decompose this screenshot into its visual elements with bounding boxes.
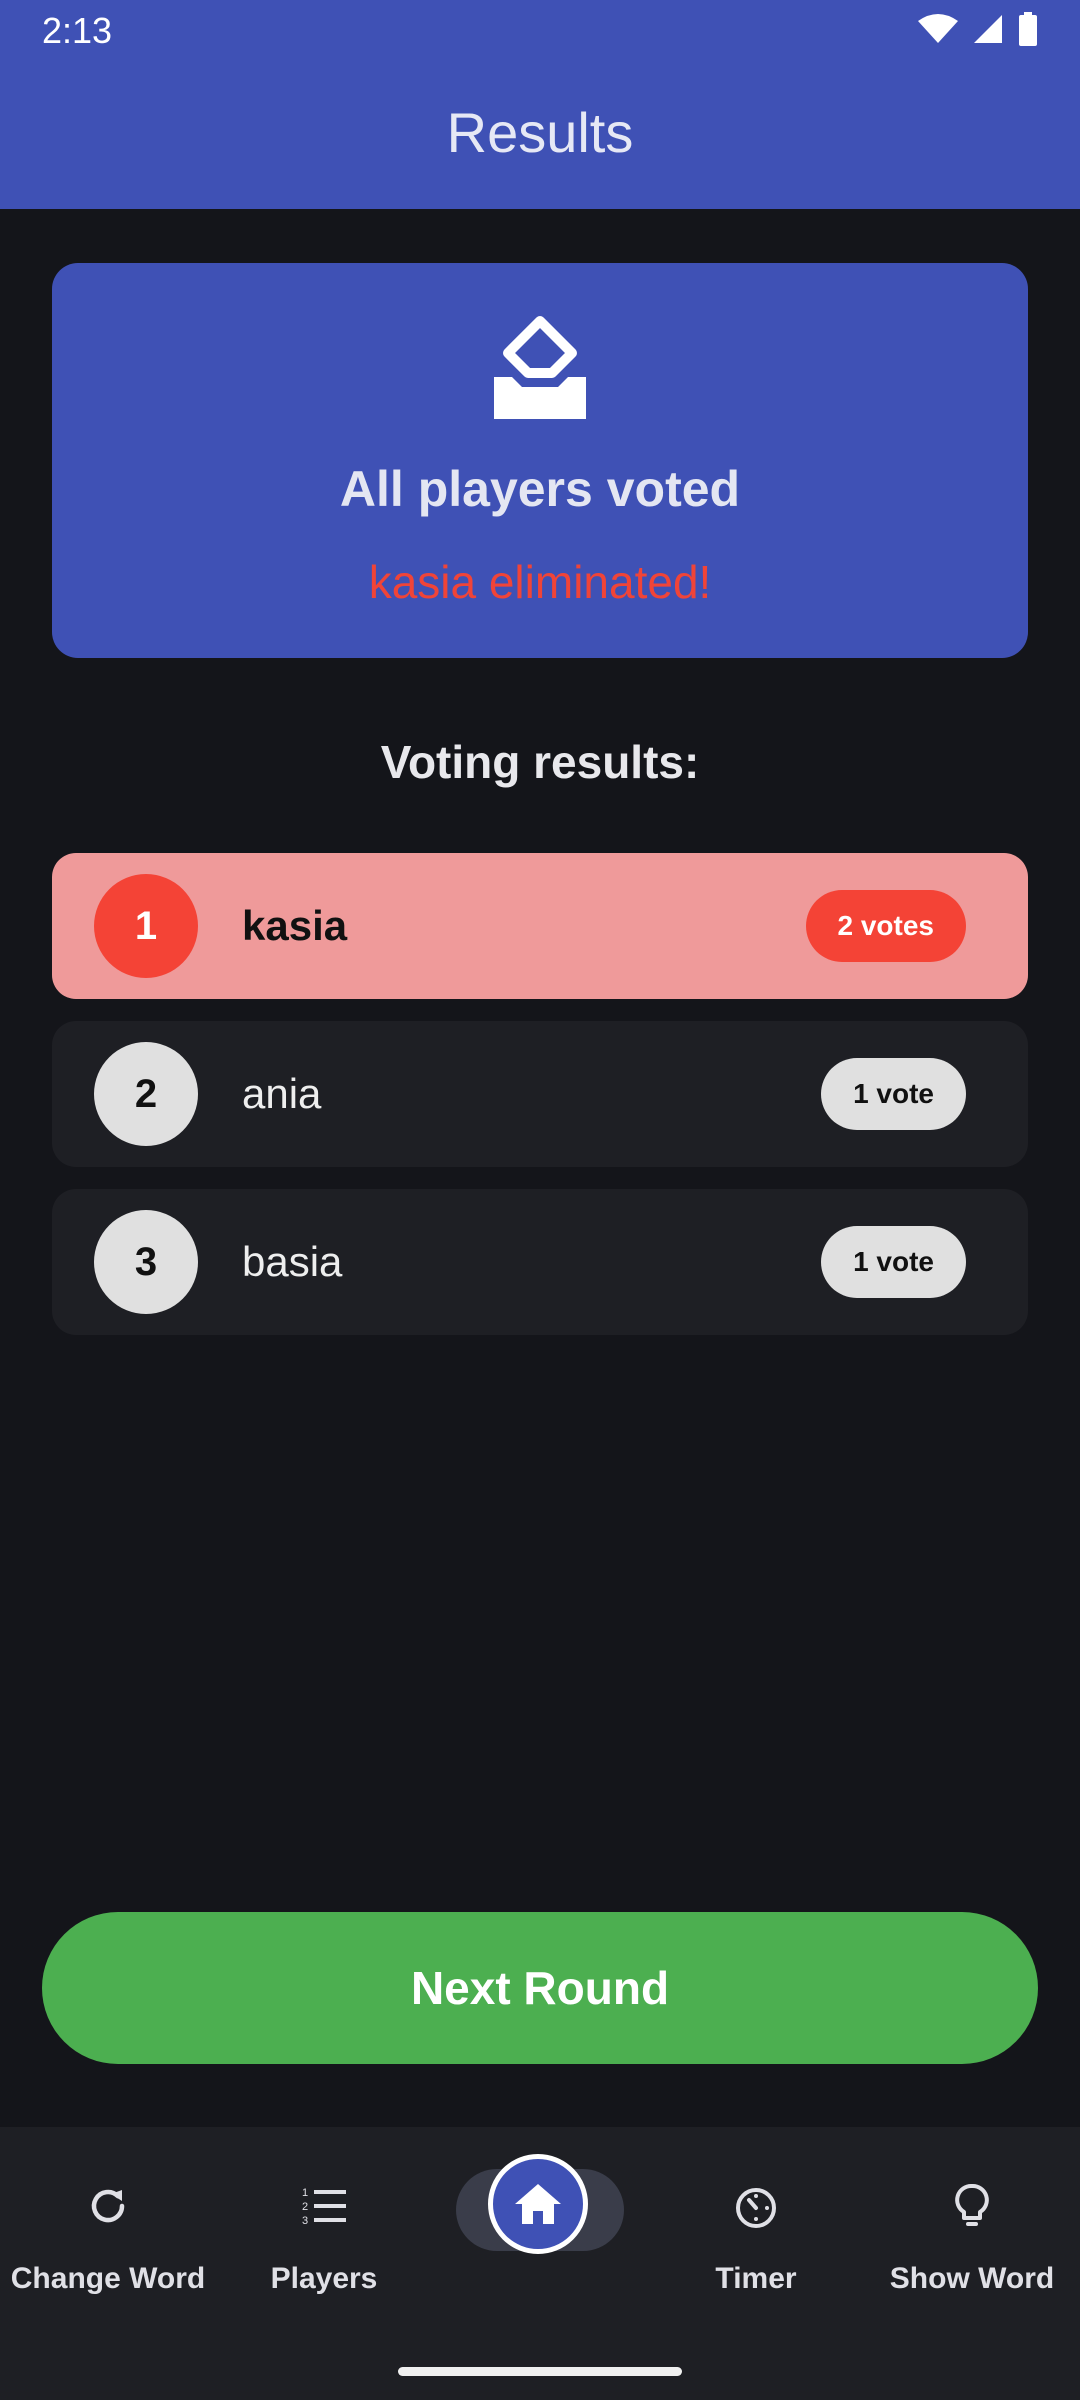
status-time: 2:13 (42, 10, 113, 51)
nav-label: Players (270, 2262, 378, 2295)
card-headline: All players voted (339, 461, 741, 517)
status-icons (918, 12, 1038, 46)
ballot-box-icon (494, 316, 586, 419)
player-name: kasia (242, 902, 348, 949)
voting-summary-card: All players voted kasia eliminated! (52, 263, 1028, 658)
lightbulb-icon (955, 2184, 989, 2226)
gesture-bar[interactable] (398, 2367, 682, 2376)
numbered-list-icon: 1 2 3 (302, 2187, 346, 2227)
app-bar: 2:13 Results (0, 0, 1080, 209)
vote-count-chip: 1 vote (821, 1226, 966, 1298)
next-round-button[interactable]: Next Round (42, 1912, 1038, 2064)
rank-badge: 1 (94, 874, 198, 978)
battery-icon (1019, 12, 1037, 46)
nav-label: Show Word (889, 2262, 1055, 2295)
result-row: 1 kasia 2 votes (52, 853, 1028, 999)
player-name: basia (242, 1238, 343, 1285)
bottom-nav: Change Word 1 2 3 Players Timer Show Wor… (0, 2127, 1080, 2400)
result-row: 2 ania 1 vote (52, 1021, 1028, 1167)
vote-count-chip: 2 votes (805, 890, 966, 962)
nav-label: Change Word (10, 2262, 206, 2295)
nav-change-word[interactable]: Change Word (0, 2127, 216, 2327)
wifi-icon (918, 14, 958, 43)
rank-badge: 2 (94, 1042, 198, 1146)
vote-count-chip: 1 vote (821, 1058, 966, 1130)
rank-badge: 3 (94, 1210, 198, 1314)
nav-home[interactable] (488, 2154, 588, 2254)
signal-icon (974, 15, 1002, 43)
results-title: Voting results: (380, 736, 700, 788)
nav-label: Timer (715, 2262, 797, 2295)
nav-players[interactable]: 1 2 3 Players (216, 2127, 432, 2327)
page-title: Results (446, 101, 634, 164)
refresh-icon (91, 2189, 125, 2223)
svg-text:3: 3 (302, 2215, 308, 2227)
nav-timer[interactable]: Timer (648, 2127, 864, 2327)
home-icon (515, 2184, 561, 2224)
player-name: ania (242, 1070, 322, 1117)
svg-text:1: 1 (302, 2187, 308, 2199)
svg-text:2: 2 (302, 2201, 308, 2213)
result-row: 3 basia 1 vote (52, 1189, 1028, 1335)
eliminated-message: kasia eliminated! (368, 556, 712, 608)
timer-icon (736, 2188, 776, 2228)
nav-show-word[interactable]: Show Word (864, 2127, 1080, 2327)
